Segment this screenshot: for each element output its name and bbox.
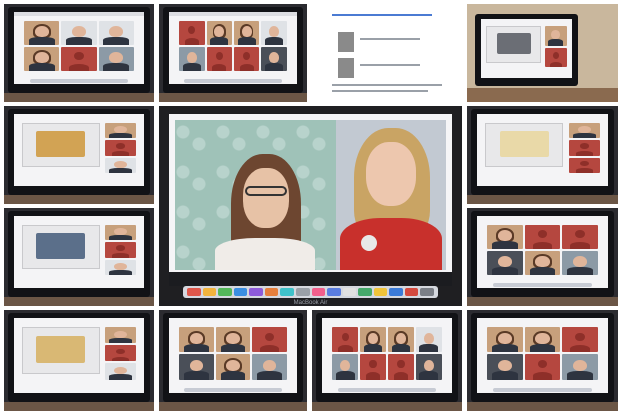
photo-tile-12 bbox=[467, 310, 618, 411]
meeting-toolbar bbox=[169, 272, 452, 286]
photo-tile-2 bbox=[159, 4, 307, 102]
dock-icon bbox=[389, 288, 403, 296]
photo-tile-6 bbox=[467, 106, 618, 204]
photo-tile-3 bbox=[312, 4, 462, 102]
laptop-brand: MacBook Air bbox=[293, 300, 328, 306]
mac-dock bbox=[183, 286, 438, 298]
dock-icon bbox=[295, 288, 310, 296]
dock-icon bbox=[358, 288, 372, 296]
participant-video-right bbox=[336, 120, 446, 270]
dock-icon bbox=[264, 288, 279, 296]
photo-tile-8 bbox=[467, 208, 618, 306]
dock-icon bbox=[249, 288, 263, 296]
photo-tile-5 bbox=[4, 106, 154, 204]
dock-icon bbox=[187, 288, 201, 296]
dock-icon bbox=[373, 288, 388, 296]
dock-icon bbox=[218, 288, 232, 296]
dock-icon bbox=[420, 288, 434, 296]
photo-tile-10 bbox=[159, 310, 307, 411]
dock-icon bbox=[311, 288, 326, 296]
dock-icon bbox=[202, 288, 217, 296]
dock-icon bbox=[342, 288, 357, 296]
dock-icon bbox=[233, 288, 248, 296]
dock-icon bbox=[280, 288, 294, 296]
photo-tile-center: MacBook Air bbox=[159, 106, 462, 306]
photo-tile-4 bbox=[467, 4, 618, 102]
dock-icon bbox=[327, 288, 341, 296]
dock-icon bbox=[404, 288, 419, 296]
participant-video-left bbox=[175, 120, 353, 270]
photo-tile-9 bbox=[4, 310, 154, 411]
photo-tile-11 bbox=[312, 310, 462, 411]
photo-tile-7 bbox=[4, 208, 154, 306]
photo-tile-1 bbox=[4, 4, 154, 102]
